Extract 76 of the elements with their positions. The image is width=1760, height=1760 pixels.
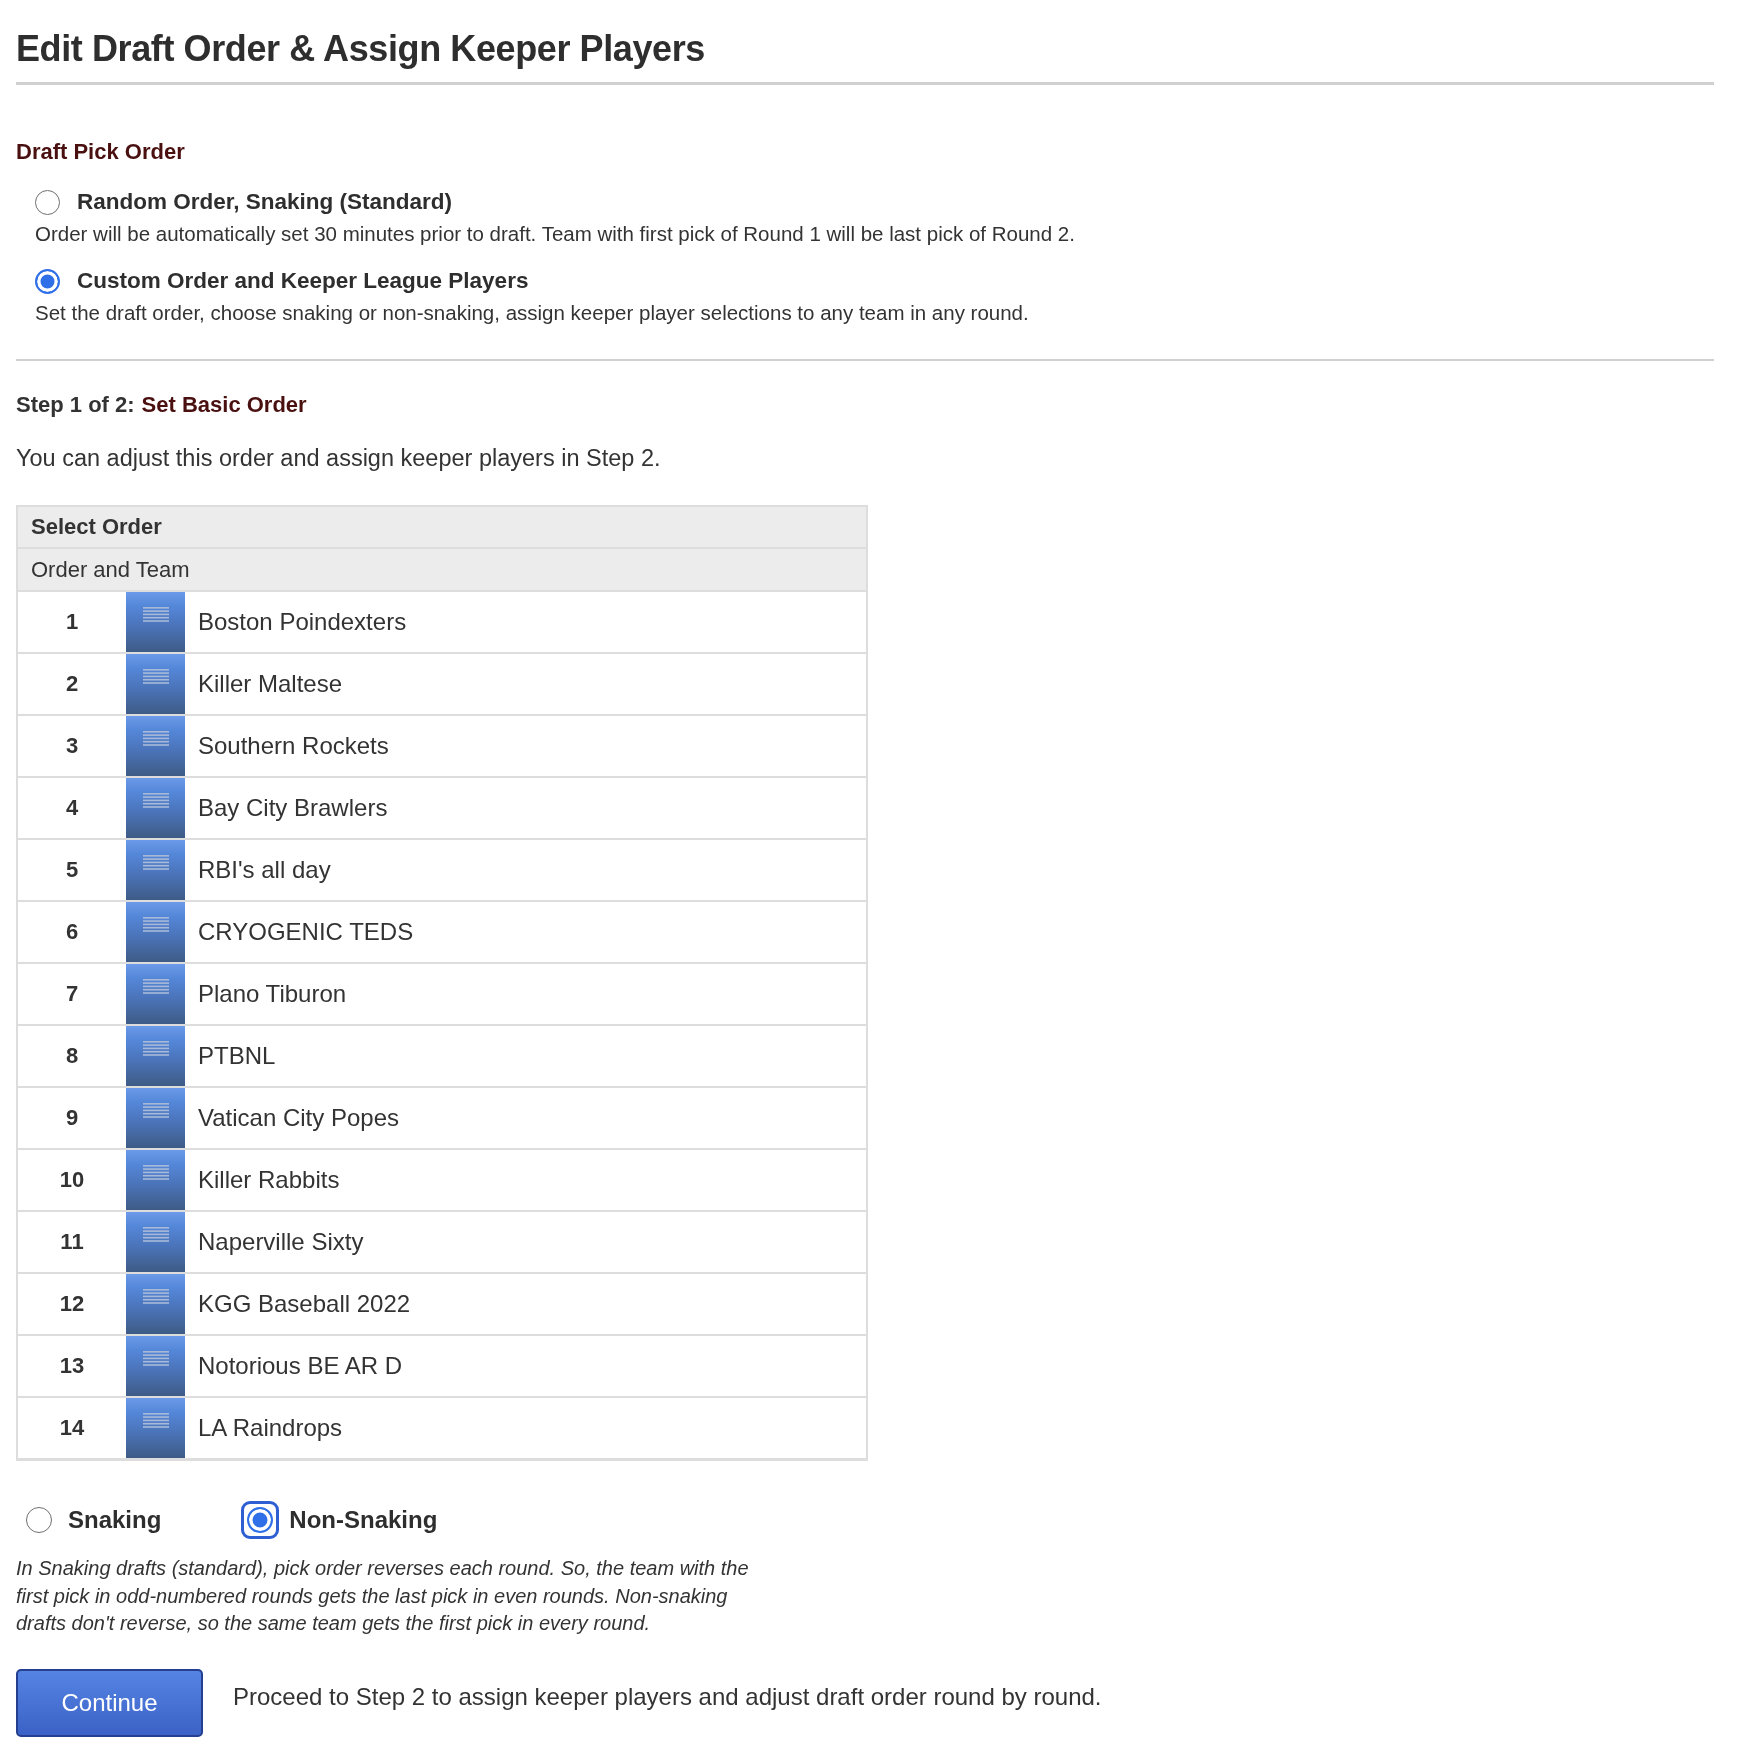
team-name: Naperville Sixty — [198, 1228, 364, 1256]
grip-lines-icon — [142, 731, 169, 746]
order-number: 9 — [65, 1105, 79, 1131]
drag-handle[interactable] — [126, 1398, 185, 1458]
grip-lines-icon — [142, 1165, 169, 1180]
grip-lines-icon — [142, 855, 169, 870]
drag-handle[interactable] — [126, 1088, 185, 1148]
team-name: KGG Baseball 2022 — [198, 1290, 411, 1318]
team-name: Boston Poindexters — [198, 608, 407, 636]
grip-lines-icon — [142, 793, 169, 808]
team-name: Southern Rockets — [198, 732, 389, 760]
continue-button[interactable]: Continue — [16, 1668, 203, 1737]
order-number: 4 — [65, 795, 79, 821]
drag-handle[interactable] — [126, 902, 185, 962]
drag-handle[interactable] — [126, 654, 185, 714]
grip-lines-icon — [142, 607, 169, 622]
grip-lines-icon — [142, 1351, 169, 1366]
order-number: 14 — [59, 1415, 85, 1441]
radio-label: Snaking — [68, 1506, 162, 1534]
order-number: 5 — [65, 857, 79, 883]
drag-handle[interactable] — [126, 840, 185, 900]
section-heading: Draft Pick Order — [16, 138, 185, 166]
table-title: Select Order — [18, 507, 866, 549]
option-label: Custom Order and Keeper League Players — [77, 268, 529, 294]
help-text: In Snaking drafts (standard), pick order reverses each round. So, the team with the first pick in odd-numbered rounds gets the last pick in even rounds. Non-snaking drafts don't reverse, so the same team gets the first pick in every round. — [16, 1556, 750, 1636]
step-description: Proceed to Step 2 to assign keeper players and adjust draft order round by round. — [233, 1682, 1102, 1711]
drag-handle[interactable] — [126, 964, 185, 1024]
drag-handle[interactable] — [126, 778, 185, 838]
order-number: 1 — [65, 609, 79, 635]
drag-handle[interactable] — [126, 1150, 185, 1210]
grip-lines-icon — [142, 669, 169, 684]
team-name: RBI's all day — [198, 856, 331, 884]
drag-handle[interactable] — [126, 716, 185, 776]
order-number: 10 — [59, 1167, 85, 1193]
drag-handle[interactable] — [126, 1274, 185, 1334]
order-number: 8 — [65, 1043, 79, 1069]
order-number: 2 — [65, 671, 79, 697]
column-header: Order and Team — [18, 549, 866, 592]
order-number: 7 — [65, 981, 79, 1007]
order-number: 12 — [59, 1291, 85, 1317]
order-number: 6 — [65, 919, 79, 945]
grip-lines-icon — [142, 917, 169, 932]
team-name: PTBNL — [198, 1042, 276, 1070]
team-name: Killer Rabbits — [198, 1166, 340, 1194]
radio-button[interactable] — [35, 189, 60, 215]
grip-lines-icon — [142, 1041, 169, 1056]
team-name: LA Raindrops — [198, 1414, 343, 1442]
radio-label: Non-Snaking — [289, 1506, 438, 1534]
order-number: 11 — [60, 1229, 84, 1255]
option-description: Set the draft order, choose snaking or non-snaking, assign keeper player selections to any team in any round. — [35, 300, 1029, 326]
grip-lines-icon — [142, 1289, 169, 1304]
team-name: Notorious BE AR D — [198, 1352, 403, 1380]
radio-button[interactable] — [26, 1507, 52, 1533]
grip-lines-icon — [142, 1413, 169, 1428]
step-title: Set Basic Order — [141, 391, 307, 419]
radio-button[interactable] — [35, 268, 60, 294]
team-name: Plano Tiburon — [198, 980, 347, 1008]
team-name: Vatican City Popes — [198, 1104, 399, 1132]
team-name: CRYOGENIC TEDS — [198, 918, 414, 946]
drag-handle[interactable] — [126, 1212, 185, 1272]
option-description: Order will be automatically set 30 minutes prior to draft. Team with first pick of Round 1 will be last pick of Round 2. — [35, 221, 1075, 247]
order-number: 3 — [65, 733, 79, 759]
drag-handle[interactable] — [126, 1336, 185, 1396]
team-name: Bay City Brawlers — [198, 794, 388, 822]
radio-button[interactable] — [241, 1501, 280, 1539]
instruction-text: You can adjust this order and assign keeper players in Step 2. — [16, 444, 661, 473]
grip-lines-icon — [142, 1103, 169, 1118]
drag-handle[interactable] — [126, 592, 185, 652]
grip-lines-icon — [142, 1227, 169, 1242]
page-title: Edit Draft Order & Assign Keeper Players — [16, 27, 705, 71]
team-name: Killer Maltese — [198, 670, 343, 698]
drag-handle[interactable] — [126, 1026, 185, 1086]
order-number: 13 — [59, 1353, 85, 1379]
grip-lines-icon — [142, 979, 169, 994]
option-label: Random Order, Snaking (Standard) — [77, 189, 453, 215]
step-label: Step 1 of 2: — [16, 391, 135, 419]
